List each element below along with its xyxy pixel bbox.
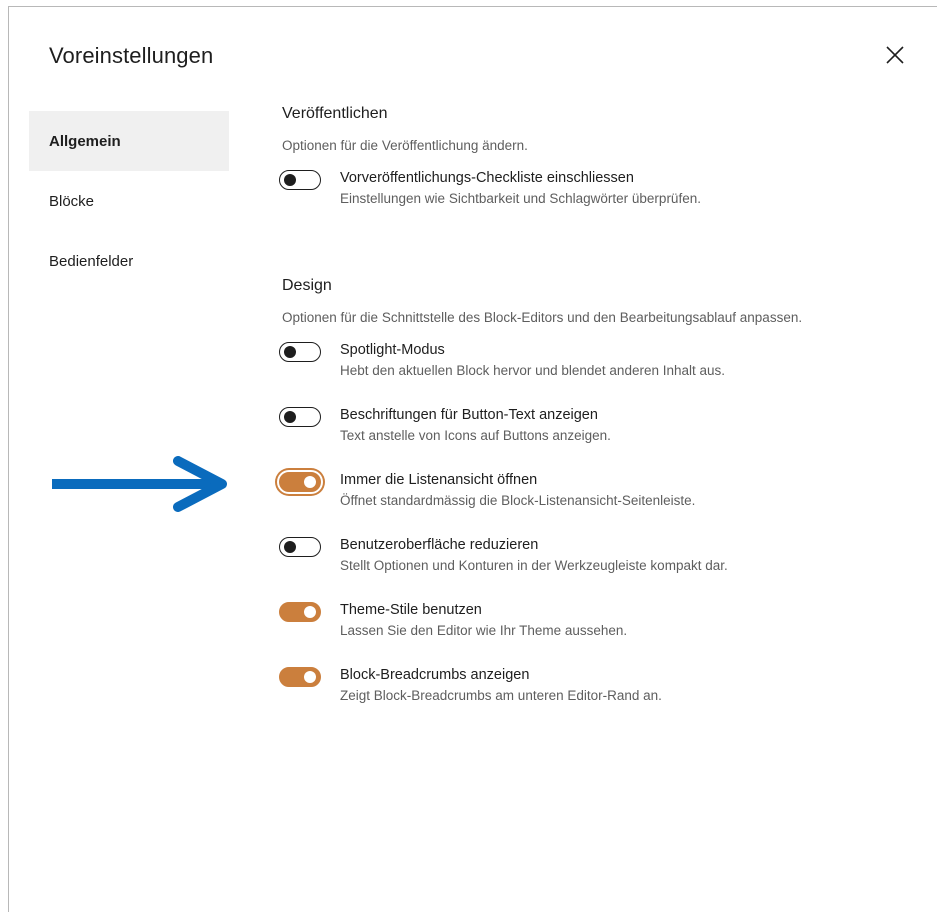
dialog-title: Voreinstellungen bbox=[49, 43, 214, 68]
option-label: Spotlight-Modus bbox=[340, 342, 445, 358]
toggle-knob bbox=[284, 540, 296, 553]
option-label: Block-Breadcrumbs anzeigen bbox=[340, 667, 530, 683]
sidebar-item-label: Bedienfelder bbox=[49, 252, 134, 270]
section-title: Design bbox=[282, 277, 332, 294]
toggle-knob bbox=[284, 173, 296, 186]
toggle-reduce-interface[interactable] bbox=[279, 537, 321, 557]
option-pre-publish-checklist: Vorveröffentlichungs-Checkliste einschli… bbox=[279, 168, 922, 233]
option-theme-styles: Theme-Stile benutzen Lassen Sie den Edit… bbox=[279, 600, 922, 665]
section-design: Design Optionen für die Schnittstelle de… bbox=[279, 275, 922, 730]
toggle-knob bbox=[304, 475, 316, 488]
toggle-always-open-list-view[interactable] bbox=[279, 472, 321, 492]
arrow-right-icon bbox=[52, 456, 227, 512]
section-description: Optionen für die Veröffentlichung ändern… bbox=[282, 138, 528, 153]
option-help: Öffnet standardmässig die Block-Listenan… bbox=[340, 493, 696, 508]
option-label: Beschriftungen für Button-Text anzeigen bbox=[340, 407, 598, 423]
section-publish: Veröffentlichen Optionen für die Veröffe… bbox=[279, 103, 922, 233]
close-icon bbox=[886, 46, 904, 64]
option-help: Lassen Sie den Editor wie Ihr Theme auss… bbox=[340, 623, 628, 638]
option-help: Hebt den aktuellen Block hervor und blen… bbox=[340, 363, 726, 378]
sidebar-item-bloecke[interactable]: Blöcke bbox=[29, 171, 229, 231]
option-label: Benutzeroberfläche reduzieren bbox=[340, 537, 539, 553]
sidebar-item-label: Blöcke bbox=[49, 192, 95, 210]
option-reduce-interface: Benutzeroberfläche reduzieren Stellt Opt… bbox=[279, 535, 922, 600]
toggle-knob bbox=[304, 670, 316, 683]
sidebar-tabs: Allgemein Blöcke Bedienfelder bbox=[29, 111, 229, 291]
option-label: Vorveröffentlichungs-Checkliste einschli… bbox=[340, 170, 634, 186]
sidebar-item-label: Allgemein bbox=[49, 132, 121, 150]
option-help: Zeigt Block-Breadcrumbs am unteren Edito… bbox=[340, 688, 662, 703]
option-label: Immer die Listenansicht öffnen bbox=[340, 472, 538, 488]
sidebar-item-allgemein[interactable]: Allgemein bbox=[29, 111, 229, 171]
close-button[interactable] bbox=[877, 37, 913, 73]
toggle-knob bbox=[304, 605, 316, 618]
option-help: Einstellungen wie Sichtbarkeit und Schla… bbox=[340, 191, 701, 206]
toggle-knob bbox=[284, 345, 296, 358]
option-spotlight-mode: Spotlight-Modus Hebt den aktuellen Block… bbox=[279, 340, 922, 405]
toggle-block-breadcrumbs[interactable] bbox=[279, 667, 321, 687]
preferences-content: Veröffentlichen Optionen für die Veröffe… bbox=[279, 103, 922, 730]
option-block-breadcrumbs: Block-Breadcrumbs anzeigen Zeigt Block-B… bbox=[279, 665, 922, 730]
toggle-spotlight-mode[interactable] bbox=[279, 342, 321, 362]
toggle-theme-styles[interactable] bbox=[279, 602, 321, 622]
option-help: Stellt Optionen und Konturen in der Werk… bbox=[340, 558, 728, 573]
sidebar-item-bedienfelder[interactable]: Bedienfelder bbox=[29, 231, 229, 291]
option-label: Theme-Stile benutzen bbox=[340, 602, 482, 618]
toggle-pre-publish-checklist[interactable] bbox=[279, 170, 321, 190]
option-button-text-labels: Beschriftungen für Button-Text anzeigen … bbox=[279, 405, 922, 470]
section-title: Veröffentlichen bbox=[282, 105, 388, 122]
option-always-open-list-view: Immer die Listenansicht öffnen Öffnet st… bbox=[279, 470, 922, 535]
toggle-button-text-labels[interactable] bbox=[279, 407, 321, 427]
toggle-knob bbox=[284, 410, 296, 423]
option-help: Text anstelle von Icons auf Buttons anze… bbox=[340, 428, 611, 443]
section-description: Optionen für die Schnittstelle des Block… bbox=[282, 310, 803, 325]
